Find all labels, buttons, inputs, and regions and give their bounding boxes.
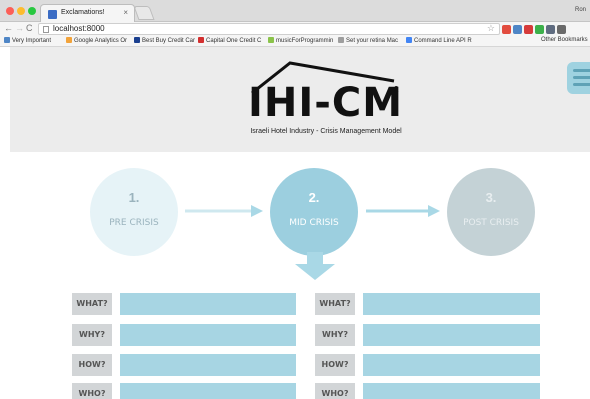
bookmark-star-icon[interactable]: ☆: [487, 23, 495, 34]
address-bar[interactable]: localhost:8000 ☆: [38, 23, 500, 35]
answer-field-what[interactable]: [363, 293, 540, 315]
page-header: IHI-CM 2 Israeli Hotel Industry - Crisis…: [10, 47, 590, 152]
extension-icon[interactable]: [557, 25, 566, 34]
bookmark-item[interactable]: musicForProgrammin: [268, 37, 333, 44]
question-label-how: HOW?: [315, 354, 355, 376]
bookmark-icon: [338, 37, 344, 43]
browser-tab[interactable]: Exclamations! ×: [40, 4, 135, 23]
bookmark-icon: [406, 37, 412, 43]
minimize-window-button[interactable]: [17, 7, 25, 15]
bookmark-label: Best Buy Credit Car: [142, 38, 196, 44]
bookmark-item[interactable]: Very Important: [4, 37, 51, 44]
other-bookmarks[interactable]: Other Bookmarks: [541, 37, 588, 43]
url-text[interactable]: localhost:8000: [53, 24, 105, 33]
menu-bar-icon: [573, 83, 590, 86]
web-page: IHI-CM 2 Israeli Hotel Industry - Crisis…: [0, 47, 590, 399]
question-label-what: WHAT?: [315, 293, 355, 315]
answer-field-how[interactable]: [120, 354, 296, 376]
logo-superscript: 2: [394, 85, 399, 94]
answer-field-who[interactable]: [120, 383, 296, 399]
answer-field-how[interactable]: [363, 354, 540, 376]
question-label-who: WHO?: [72, 383, 112, 399]
bookmark-label: Set your retina Mac: [346, 38, 399, 44]
question-label-why: WHY?: [315, 324, 355, 346]
bookmark-item[interactable]: Set your retina Mac: [338, 37, 398, 44]
stage-label: MID CRISIS: [289, 218, 339, 228]
answer-field-why[interactable]: [363, 324, 540, 346]
back-arrow-icon[interactable]: ←: [4, 23, 13, 33]
hamburger-menu-button[interactable]: [567, 62, 590, 94]
answer-field-what[interactable]: [120, 293, 296, 315]
down-arrow-icon: [295, 252, 335, 280]
answer-field-who[interactable]: [363, 383, 540, 399]
stage-number: 1.: [128, 190, 140, 205]
bookmark-item[interactable]: Command Line API R: [406, 37, 472, 44]
stage-number: 3.: [485, 190, 497, 205]
question-label-what: WHAT?: [72, 293, 112, 315]
browser-window: Exclamations! × Ron ← → C localhost:8000…: [0, 0, 590, 399]
extension-icon[interactable]: [546, 25, 555, 34]
reload-icon[interactable]: C: [26, 23, 33, 33]
right-arrow-icon: [366, 205, 440, 217]
extension-icon[interactable]: [535, 25, 544, 34]
bookmarks-bar: Very Important Google Analytics Or Best Bu…: [0, 36, 590, 47]
extension-icon[interactable]: [513, 25, 522, 34]
tab-close-icon[interactable]: ×: [123, 8, 128, 17]
stage-mid-crisis[interactable]: 2. MID CRISIS: [270, 168, 358, 256]
bookmark-icon: [268, 37, 274, 43]
bookmark-item[interactable]: Best Buy Credit Car: [134, 37, 195, 44]
bookmark-icon: [198, 37, 204, 43]
stage-label: POST CRISIS: [463, 218, 519, 228]
profile-button[interactable]: Ron: [575, 7, 586, 13]
question-label-who: WHO?: [315, 383, 355, 399]
stage-number: 2.: [308, 190, 320, 205]
right-arrow-icon: [185, 205, 263, 217]
forward-arrow-icon[interactable]: →: [15, 23, 24, 33]
tab-favicon-icon: [48, 10, 57, 19]
bookmark-icon: [4, 37, 10, 43]
bookmark-label: Capital One Credit C: [206, 38, 262, 44]
bookmark-item[interactable]: Google Analytics Or: [66, 37, 127, 44]
stage-pre-crisis[interactable]: 1. PRE CRISIS: [90, 168, 178, 256]
menu-bar-icon: [573, 76, 590, 79]
title-bar: Exclamations! × Ron: [0, 0, 590, 23]
question-label-how: HOW?: [72, 354, 112, 376]
bookmark-label: Command Line API R: [414, 38, 472, 44]
new-tab-button[interactable]: [133, 6, 155, 20]
question-label-why: WHY?: [72, 324, 112, 346]
stage-post-crisis[interactable]: 3. POST CRISIS: [447, 168, 535, 256]
bookmark-item[interactable]: Capital One Credit C: [198, 37, 261, 44]
zoom-window-button[interactable]: [28, 7, 36, 15]
logo-subtitle: Israeli Hotel Industry - Crisis Manageme…: [250, 128, 402, 135]
answer-field-why[interactable]: [120, 324, 296, 346]
extension-icon[interactable]: [502, 25, 511, 34]
bookmark-icon: [134, 37, 140, 43]
bookmark-label: musicForProgrammin: [276, 38, 334, 44]
menu-bar-icon: [573, 69, 590, 72]
bookmark-label: Google Analytics Or: [74, 38, 128, 44]
bookmark-icon: [66, 37, 72, 43]
bookmark-label: Very Important: [12, 38, 52, 44]
close-window-button[interactable]: [6, 7, 14, 15]
stage-label: PRE CRISIS: [109, 218, 159, 228]
tab-title: Exclamations!: [61, 9, 105, 16]
logo: IHI-CM 2 Israeli Hotel Industry - Crisis…: [246, 59, 406, 149]
logo-text: IHI-CM: [248, 80, 404, 126]
extension-icon[interactable]: [524, 25, 533, 34]
crisis-model: 1. PRE CRISIS 2. MID CRISIS 3. POST CRIS…: [10, 152, 590, 399]
page-icon: [43, 26, 49, 33]
